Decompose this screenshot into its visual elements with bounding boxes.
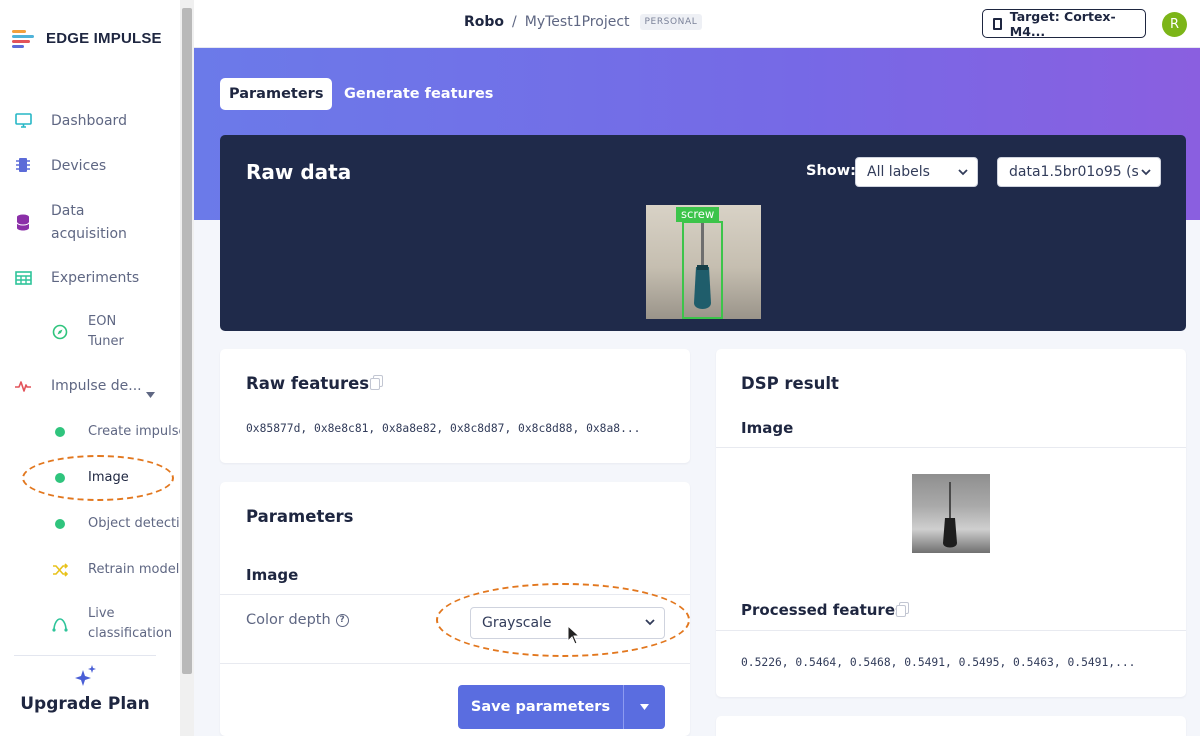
parameters-title: Parameters: [246, 507, 354, 526]
sidebar-item-image[interactable]: Image: [0, 468, 180, 488]
brand-logo[interactable]: EDGE IMPULSE: [12, 28, 162, 48]
monitor-icon: [14, 111, 32, 129]
sidebar-item-live-classification[interactable]: Live classification: [0, 604, 180, 644]
signal-icon: [51, 615, 69, 633]
breadcrumb: Robo / MyTest1Project PERSONAL: [464, 14, 703, 30]
sidebar-item-data-acquisition[interactable]: Data acquisition: [0, 200, 180, 246]
breadcrumb-project[interactable]: MyTest1Project: [525, 14, 630, 30]
chip-icon: [993, 17, 1002, 30]
bounding-box-label: screw: [676, 207, 720, 222]
raw-features-title: Raw features: [246, 374, 370, 393]
compass-icon: [51, 323, 69, 341]
sidebar-item-label: Create impulse: [88, 424, 180, 439]
mouse-cursor-icon: [567, 624, 581, 649]
sidebar-item-label: Impulse de...: [51, 378, 142, 394]
sidebar-item-dashboard[interactable]: Dashboard: [0, 110, 180, 134]
top-bar: Robo / MyTest1Project PERSONAL Target: C…: [194, 0, 1200, 48]
tab-generate-features[interactable]: Generate features: [335, 78, 502, 110]
pulse-icon: [14, 377, 32, 395]
avatar[interactable]: R: [1162, 12, 1187, 37]
sidebar-item-experiments[interactable]: Experiments: [0, 267, 180, 291]
raw-data-card: Raw data Show: All labels data1.5br01o95…: [220, 135, 1186, 331]
sidebar-item-impulse-design[interactable]: Impulse de...: [0, 375, 180, 399]
grayscale-screwdriver-image: [943, 482, 957, 548]
chevron-down-icon: [644, 616, 656, 632]
sidebar-item-label: acquisition: [51, 226, 127, 242]
color-depth-label: Color depth ?: [246, 612, 349, 628]
raw-features-card: Raw features 0x85877d, 0x8e8c81, 0x8a8e8…: [220, 349, 690, 463]
save-parameters-label: Save parameters: [470, 699, 611, 715]
sidebar-item-label: Devices: [51, 158, 107, 174]
image-section-heading: Image: [246, 566, 299, 584]
divider: [220, 663, 690, 664]
label-filter-select[interactable]: All labels: [855, 157, 978, 187]
shuffle-icon: [51, 561, 69, 579]
color-depth-value: Grayscale: [482, 615, 552, 631]
sidebar-item-label: Retrain model: [88, 562, 180, 577]
processed-features-title: Processed features: [741, 601, 904, 619]
divider: [220, 594, 690, 595]
status-dot-icon: [55, 427, 65, 437]
edge-impulse-logo-icon: [12, 28, 36, 48]
upgrade-plan-label: Upgrade Plan: [20, 694, 150, 714]
sidebar-item-retrain-model[interactable]: Retrain model: [0, 560, 180, 580]
color-depth-text: Color depth: [246, 612, 331, 628]
brand-name: EDGE IMPULSE: [46, 29, 162, 47]
raw-features-values: 0x85877d, 0x8e8c81, 0x8a8e82, 0x8c8d87, …: [246, 422, 641, 435]
save-parameters-button[interactable]: Save parameters: [458, 685, 665, 729]
processed-features-values: 0.5226, 0.5464, 0.5468, 0.5491, 0.5495, …: [741, 656, 1136, 669]
sidebar-item-label: Data: [51, 203, 85, 219]
sidebar-item-label: Dashboard: [51, 113, 127, 129]
sample-select[interactable]: data1.5br01o95 (sc: [997, 157, 1161, 187]
raw-data-title: Raw data: [246, 160, 352, 184]
sidebar-item-devices[interactable]: Devices: [0, 155, 180, 179]
label-filter-value: All labels: [867, 164, 930, 180]
sidebar-item-label: classification: [88, 626, 173, 641]
sidebar-item-create-impulse[interactable]: Create impulse: [0, 422, 180, 442]
sidebar-item-label: Object detection: [88, 516, 180, 531]
scrollbar-thumb[interactable]: [182, 8, 192, 674]
breadcrumb-owner[interactable]: Robo: [464, 14, 504, 30]
tab-parameters[interactable]: Parameters: [220, 78, 333, 110]
next-card: [716, 716, 1186, 736]
sidebar-item-eon-tuner[interactable]: EON Tuner: [0, 312, 180, 354]
raw-sample-image: screw: [646, 205, 761, 319]
help-icon[interactable]: ?: [335, 613, 349, 627]
divider: [716, 630, 1186, 631]
dsp-image-heading: Image: [741, 419, 794, 437]
chip-icon: [14, 156, 32, 174]
target-device-button[interactable]: Target: Cortex-M4...: [982, 8, 1146, 39]
breadcrumb-separator: /: [512, 14, 517, 30]
status-dot-icon: [55, 519, 65, 529]
sidebar-item-label: Tuner: [88, 334, 124, 349]
status-dot-icon: [55, 473, 65, 483]
sidebar-item-object-detection[interactable]: Object detection: [0, 514, 180, 534]
chevron-down-icon: [957, 166, 969, 182]
project-badge: PERSONAL: [639, 14, 703, 30]
chevron-down-icon: [1138, 166, 1152, 182]
sidebar-divider: [14, 655, 156, 656]
sidebar-item-label: Live: [88, 606, 115, 621]
target-label: Target: Cortex-M4...: [1009, 8, 1116, 39]
sidebar-scrollbar[interactable]: [180, 0, 194, 736]
sidebar-item-label: Experiments: [51, 270, 140, 286]
divider: [716, 447, 1186, 448]
caret-down-icon[interactable]: [624, 685, 665, 729]
bounding-box: [682, 221, 723, 319]
sample-value: data1.5br01o95 (sc: [1009, 164, 1147, 180]
show-label: Show:: [806, 163, 856, 179]
table-icon: [14, 269, 32, 287]
copy-icon[interactable]: [896, 602, 910, 618]
caret-down-icon: [146, 383, 155, 402]
copy-icon[interactable]: [370, 375, 384, 391]
sidebar: EDGE IMPULSE Dashboard Devices Data acqu…: [0, 0, 180, 736]
dsp-result-title: DSP result: [741, 374, 839, 393]
sidebar-item-label: Image: [88, 470, 129, 485]
sparkle-icon: [72, 664, 98, 692]
dsp-grayscale-image: [912, 474, 990, 553]
sidebar-item-label: EON: [88, 314, 117, 329]
database-icon: [14, 213, 32, 231]
